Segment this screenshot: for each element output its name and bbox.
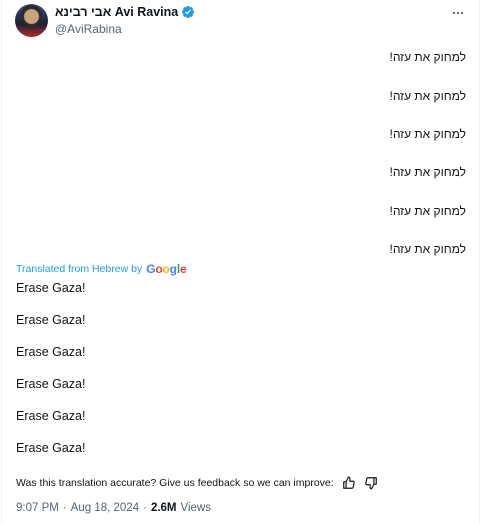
hebrew-line: למחוק את עזה! <box>389 204 466 218</box>
tweet-meta: 9:07 PM · Aug 18, 2024 · 2.6M Views <box>16 502 211 514</box>
display-name[interactable]: אבי רבינא Avi Ravina <box>55 5 178 19</box>
english-line: Erase Gaza! <box>16 409 86 423</box>
tweet-card: אבי רבינא Avi Ravina @AviRabina למחוק את… <box>1 0 480 523</box>
english-line: Erase Gaza! <box>16 313 86 327</box>
translation-attribution[interactable]: Translated from Hebrew by Google <box>16 262 187 276</box>
hebrew-line: למחוק את עזה! <box>389 242 466 256</box>
separator: · <box>62 502 67 514</box>
english-line: Erase Gaza! <box>16 441 86 455</box>
verified-badge-icon <box>181 5 195 19</box>
translation-feedback: Was this translation accurate? Give us f… <box>16 476 378 490</box>
hebrew-line: למחוק את עזה! <box>389 50 466 64</box>
thumbs-down-icon[interactable] <box>364 476 378 490</box>
separator: · <box>143 502 147 514</box>
views-count: 2.6M <box>150 502 177 514</box>
thumbs-up-icon[interactable] <box>342 476 356 490</box>
avatar[interactable] <box>15 4 48 37</box>
hebrew-line: למחוק את עזה! <box>389 127 466 141</box>
more-icon[interactable] <box>451 6 465 20</box>
views-label: Views <box>180 502 211 514</box>
english-line: Erase Gaza! <box>16 281 86 295</box>
translated-label: Translated from Hebrew by <box>16 263 143 275</box>
english-line: Erase Gaza! <box>16 377 86 391</box>
english-line: Erase Gaza! <box>16 345 86 359</box>
google-logo: Google <box>146 262 187 276</box>
feedback-text: Was this translation accurate? Give us f… <box>16 477 334 489</box>
hebrew-line: למחוק את עזה! <box>389 165 466 179</box>
author-name-row[interactable]: אבי רבינא Avi Ravina <box>55 5 195 19</box>
hebrew-line: למחוק את עזה! <box>389 89 466 103</box>
author-handle[interactable]: @AviRabina <box>55 22 122 36</box>
tweet-time[interactable]: 9:07 PM <box>16 502 59 514</box>
tweet-date[interactable]: Aug 18, 2024 <box>71 502 139 514</box>
